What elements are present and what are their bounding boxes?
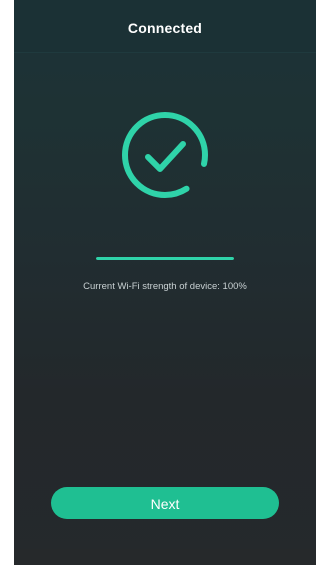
bottom-strip — [14, 549, 316, 565]
next-button[interactable]: Next — [51, 487, 279, 519]
page-title: Connected — [127, 20, 203, 36]
title-bar: Connected — [14, 0, 316, 53]
wifi-strength-progress-bar — [96, 257, 234, 260]
wifi-strength-label: Current Wi-Fi strength of device: 100% — [83, 281, 247, 292]
app-screen: Connected Current Wi-Fi strength of devi… — [14, 0, 316, 565]
check-circle-icon — [121, 111, 209, 199]
progress-fill — [96, 257, 234, 260]
